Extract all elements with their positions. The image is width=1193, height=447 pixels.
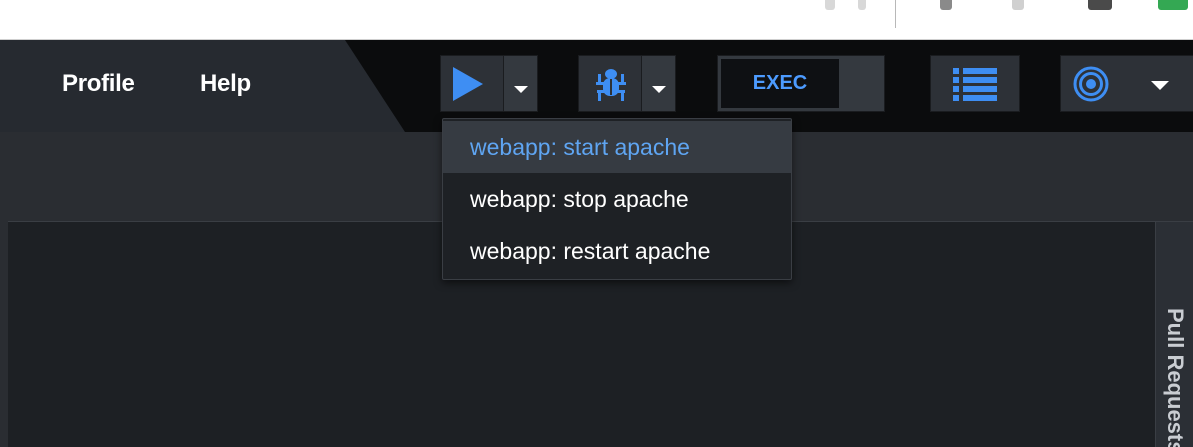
menu-item-profile[interactable]: Profile bbox=[62, 70, 135, 98]
list-button[interactable] bbox=[930, 55, 1020, 112]
exec-label: EXEC bbox=[721, 59, 839, 108]
dropdown-item-start-apache[interactable]: webapp: start apache bbox=[443, 121, 791, 173]
right-side-panel: Pull Requests bbox=[1155, 222, 1193, 447]
target-icon bbox=[1073, 66, 1109, 102]
debug-button-group bbox=[578, 55, 676, 112]
chevron-down-icon bbox=[1151, 81, 1169, 90]
dropdown-item-restart-apache[interactable]: webapp: restart apache bbox=[443, 225, 791, 277]
browser-toolbar-icon[interactable] bbox=[858, 0, 866, 10]
bug-icon bbox=[596, 69, 626, 101]
browser-toolbar-strip bbox=[0, 0, 1193, 40]
browser-extension-icon[interactable] bbox=[1158, 0, 1188, 10]
run-options-button[interactable] bbox=[503, 56, 537, 111]
chevron-down-icon bbox=[652, 86, 666, 93]
browser-extension-icon[interactable] bbox=[940, 0, 952, 10]
list-icon bbox=[953, 68, 997, 101]
run-button-group bbox=[440, 55, 538, 112]
dropdown-item-stop-apache[interactable]: webapp: stop apache bbox=[443, 173, 791, 225]
browser-toolbar-divider bbox=[895, 0, 896, 28]
left-edge bbox=[0, 132, 8, 447]
menu-item-help[interactable]: Help bbox=[200, 70, 251, 98]
debug-options-button[interactable] bbox=[641, 56, 675, 111]
main-menu: Profile Help bbox=[0, 40, 405, 132]
browser-extension-icon[interactable] bbox=[1088, 0, 1112, 10]
debug-button[interactable] bbox=[579, 56, 641, 111]
browser-toolbar-icon[interactable] bbox=[825, 0, 835, 10]
run-dropdown-menu: webapp: start apache webapp: stop apache… bbox=[442, 118, 792, 280]
chevron-down-icon bbox=[514, 86, 528, 93]
tab-pull-requests[interactable]: Pull Requests bbox=[1162, 308, 1188, 447]
exec-toggle[interactable]: EXEC bbox=[717, 55, 885, 112]
run-button[interactable] bbox=[441, 56, 503, 111]
target-button[interactable] bbox=[1060, 55, 1193, 112]
browser-extension-icon[interactable] bbox=[1012, 0, 1024, 10]
play-icon bbox=[453, 67, 483, 101]
